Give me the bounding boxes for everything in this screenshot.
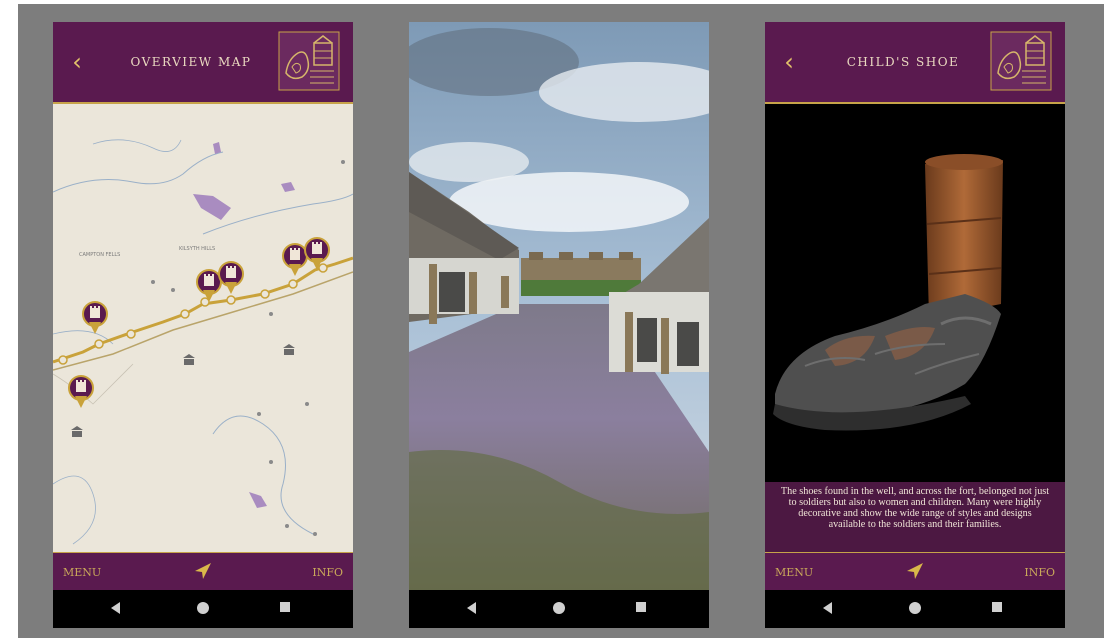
loch-shape <box>281 182 295 192</box>
fort-marker[interactable] <box>282 243 308 276</box>
menu-button[interactable]: MENU <box>775 564 835 582</box>
navigation-arrow-icon[interactable] <box>905 561 925 581</box>
river-line <box>212 415 314 535</box>
river-line <box>53 475 96 545</box>
menu-button[interactable]: MENU <box>63 564 123 582</box>
phone-overview-map: ‹ OVERVIEW MAP CAMPTON FELLS KILSYTH HIL… <box>53 22 353 628</box>
phone-childs-shoe: ‹ CHILD'S SHOE The shoes found in the we… <box>765 22 1065 628</box>
app-footer: MENU INFO <box>765 552 1065 591</box>
system-recent-icon[interactable] <box>636 602 646 612</box>
android-nav-bar <box>765 590 1065 628</box>
system-home-icon[interactable] <box>553 602 565 614</box>
system-home-icon[interactable] <box>197 602 209 614</box>
system-home-icon[interactable] <box>909 602 921 614</box>
system-recent-icon[interactable] <box>280 602 290 612</box>
app-logo <box>278 31 340 91</box>
app-footer: MENU INFO <box>53 552 353 591</box>
shoe-model <box>773 154 1003 431</box>
page-title: OVERVIEW MAP <box>130 55 252 69</box>
system-back-icon[interactable] <box>111 602 120 614</box>
app-header: ‹ CHILD'S SHOE <box>765 22 1065 104</box>
info-button[interactable]: INFO <box>995 564 1055 582</box>
system-recent-icon[interactable] <box>992 602 1002 612</box>
fort-marker[interactable] <box>68 375 94 408</box>
river-line <box>53 151 224 193</box>
map-canvas: CAMPTON FELLS KILSYTH HILLS <box>53 139 353 545</box>
android-nav-bar <box>53 590 353 628</box>
artifact-description: The shoes found in the well, and across … <box>765 482 1065 552</box>
info-button[interactable]: INFO <box>283 564 343 582</box>
phone-3d-scene <box>409 22 709 628</box>
loch-shape <box>249 492 267 508</box>
map-region-label: KILSYTH HILLS <box>179 246 215 252</box>
fort-marker[interactable] <box>196 269 222 302</box>
app-header: ‹ OVERVIEW MAP <box>53 22 353 104</box>
fort-marker[interactable] <box>218 261 244 294</box>
back-chevron-icon[interactable]: ‹ <box>65 48 89 76</box>
android-nav-bar <box>409 590 709 628</box>
navigation-arrow-icon[interactable] <box>193 561 213 581</box>
overview-map[interactable]: CAMPTON FELLS KILSYTH HILLS <box>53 104 353 552</box>
system-back-icon[interactable] <box>823 602 832 614</box>
reconstruction-scene[interactable] <box>409 22 709 590</box>
loch-shape <box>193 194 231 220</box>
loch-shape <box>213 142 221 154</box>
river-line <box>92 139 182 152</box>
back-chevron-icon[interactable]: ‹ <box>777 48 801 76</box>
fort-marker[interactable] <box>82 301 108 334</box>
page-title: CHILD'S SHOE <box>846 55 960 69</box>
place-dots <box>151 160 345 536</box>
system-back-icon[interactable] <box>467 602 476 614</box>
app-logo <box>990 31 1052 91</box>
map-region-label: CAMPTON FELLS <box>79 252 120 258</box>
